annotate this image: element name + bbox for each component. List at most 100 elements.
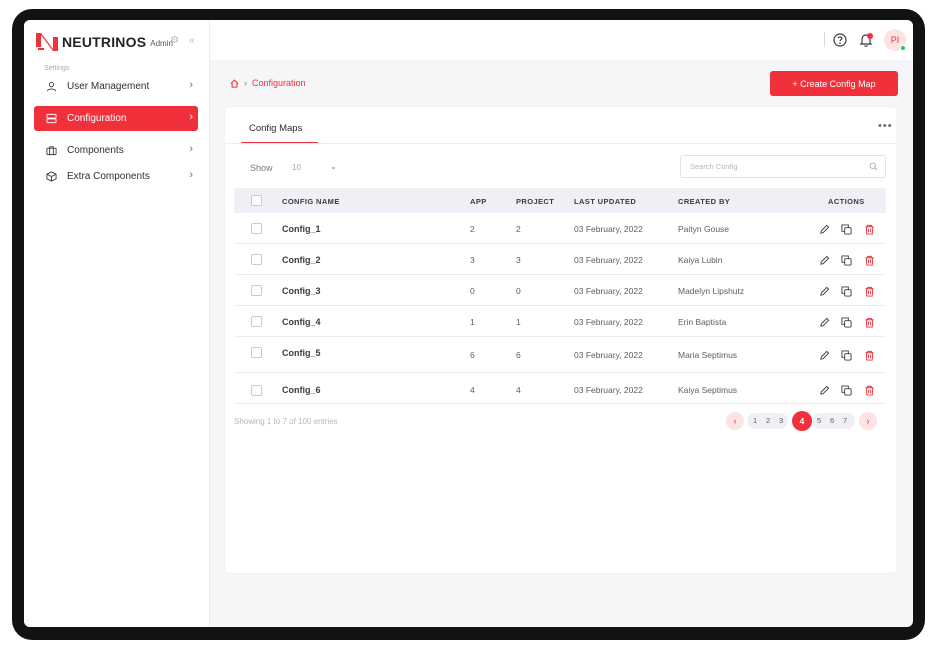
row-checkbox[interactable] (251, 254, 262, 265)
row-checkbox[interactable] (251, 385, 262, 396)
page-4-button-current[interactable]: 4 (792, 411, 812, 431)
row-checkbox[interactable] (251, 223, 262, 234)
page-6-button[interactable]: 6 (830, 416, 834, 425)
settings-section-label: Settings (44, 65, 70, 72)
top-divider (824, 32, 825, 47)
chevron-right-icon: › (189, 79, 193, 91)
sidebar-item-user-management[interactable]: User Management › (34, 74, 198, 99)
page-3-button[interactable]: 3 (779, 416, 783, 425)
sidebar-item-extra-components[interactable]: Extra Components › (34, 164, 198, 189)
more-options-icon[interactable]: ••• (878, 120, 893, 132)
next-page-button[interactable]: › (859, 412, 877, 430)
search-config-input[interactable] (680, 155, 886, 178)
help-icon[interactable] (832, 32, 848, 48)
delete-trash-icon[interactable] (864, 317, 875, 328)
edit-pencil-icon[interactable] (819, 286, 830, 297)
neutrinos-logo-icon (36, 33, 58, 51)
column-header-created-by[interactable]: CREATED BY (678, 197, 730, 206)
copy-icon[interactable] (841, 317, 852, 328)
created-by: Erin Baptista (678, 317, 727, 327)
chevron-right-icon: › (189, 169, 193, 181)
sidebar-item-label: Configuration (67, 113, 127, 124)
search-icon[interactable] (869, 162, 878, 171)
select-all-checkbox[interactable] (251, 195, 262, 206)
collapse-sidebar-icon[interactable]: « (189, 35, 195, 47)
notification-bell-icon[interactable] (858, 32, 874, 48)
config-name[interactable]: Config_6 (282, 385, 321, 395)
table-row: Config_1 2 2 03 February, 2022 Paityn Go… (234, 213, 886, 244)
delete-trash-icon[interactable] (864, 385, 875, 396)
row-checkbox[interactable] (251, 285, 262, 296)
row-checkbox[interactable] (251, 347, 262, 358)
sidebar-item-label: User Management (67, 81, 150, 92)
breadcrumb-separator-icon: › (244, 78, 247, 88)
showing-entries-text: Showing 1 to 7 of 100 entries (234, 417, 338, 426)
edit-pencil-icon[interactable] (819, 385, 830, 396)
config-name[interactable]: Config_4 (282, 317, 321, 327)
page-2-button[interactable]: 2 (766, 416, 770, 425)
delete-trash-icon[interactable] (864, 224, 875, 235)
prev-page-button[interactable]: ‹ (726, 412, 744, 430)
cube-icon (44, 170, 58, 184)
column-header-app[interactable]: APP (470, 197, 487, 206)
entries-per-page-select[interactable]: 10 (292, 163, 301, 172)
table-row: Config_3 0 0 03 February, 2022 Madelyn L… (234, 275, 886, 306)
online-status-dot (900, 45, 906, 51)
copy-icon[interactable] (841, 224, 852, 235)
last-updated: 03 February, 2022 (574, 317, 643, 327)
brand-name: NEUTRINOS (62, 34, 147, 50)
sidebar-header-icons: ⚙ « (170, 35, 195, 47)
create-config-map-button[interactable]: + Create Config Map (770, 71, 898, 96)
column-header-last-updated[interactable]: LAST UPDATED (574, 197, 636, 206)
copy-icon[interactable] (841, 286, 852, 297)
app-count: 0 (470, 286, 475, 296)
show-entries-label: Show (250, 163, 273, 173)
tab-divider (225, 143, 896, 144)
delete-trash-icon[interactable] (864, 350, 875, 361)
column-header-project[interactable]: PROJECT (516, 197, 554, 206)
chevron-right-icon: › (189, 111, 193, 123)
copy-icon[interactable] (841, 255, 852, 266)
last-updated: 03 February, 2022 (574, 224, 643, 234)
sidebar: NEUTRINOS Admin ⚙ « Settings User Manage… (24, 20, 210, 627)
app-count: 6 (470, 350, 475, 360)
project-count: 6 (516, 350, 521, 360)
home-icon[interactable] (230, 78, 239, 88)
last-updated: 03 February, 2022 (574, 255, 643, 265)
edit-pencil-icon[interactable] (819, 224, 830, 235)
table-header: CONFIG NAME APP PROJECT LAST UPDATED CRE… (234, 188, 886, 213)
copy-icon[interactable] (841, 385, 852, 396)
config-name[interactable]: Config_5 (282, 348, 321, 358)
copy-icon[interactable] (841, 350, 852, 361)
breadcrumb-current[interactable]: Configuration (252, 78, 306, 88)
config-name[interactable]: Config_1 (282, 224, 321, 234)
project-count: 3 (516, 255, 521, 265)
delete-trash-icon[interactable] (864, 255, 875, 266)
table-row: Config_4 1 1 03 February, 2022 Erin Bapt… (234, 306, 886, 337)
config-name[interactable]: Config_3 (282, 286, 321, 296)
sidebar-item-components[interactable]: Components › (34, 138, 198, 163)
last-updated: 03 February, 2022 (574, 286, 643, 296)
page-1-button[interactable]: 1 (753, 416, 757, 425)
project-count: 2 (516, 224, 521, 234)
edit-pencil-icon[interactable] (819, 255, 830, 266)
sidebar-item-label: Components (67, 145, 124, 156)
server-icon (44, 112, 58, 126)
row-checkbox[interactable] (251, 316, 262, 327)
chevron-down-icon[interactable]: ⌄ (330, 162, 337, 171)
created-by: Madelyn Lipshutz (678, 286, 745, 296)
last-updated: 03 February, 2022 (574, 350, 643, 360)
column-header-config-name[interactable]: CONFIG NAME (282, 197, 340, 206)
edit-pencil-icon[interactable] (819, 350, 830, 361)
logo: NEUTRINOS Admin (34, 31, 173, 53)
settings-gear-icon[interactable]: ⚙ (170, 35, 179, 47)
page-5-button[interactable]: 5 (817, 416, 821, 425)
project-count: 4 (516, 385, 521, 395)
tab-config-maps[interactable]: Config Maps (249, 123, 302, 134)
sidebar-item-configuration[interactable]: Configuration › (34, 106, 198, 131)
page-7-button[interactable]: 7 (843, 416, 847, 425)
edit-pencil-icon[interactable] (819, 317, 830, 328)
config-name[interactable]: Config_2 (282, 255, 321, 265)
created-by: Kaiya Septimus (678, 385, 738, 395)
delete-trash-icon[interactable] (864, 286, 875, 297)
